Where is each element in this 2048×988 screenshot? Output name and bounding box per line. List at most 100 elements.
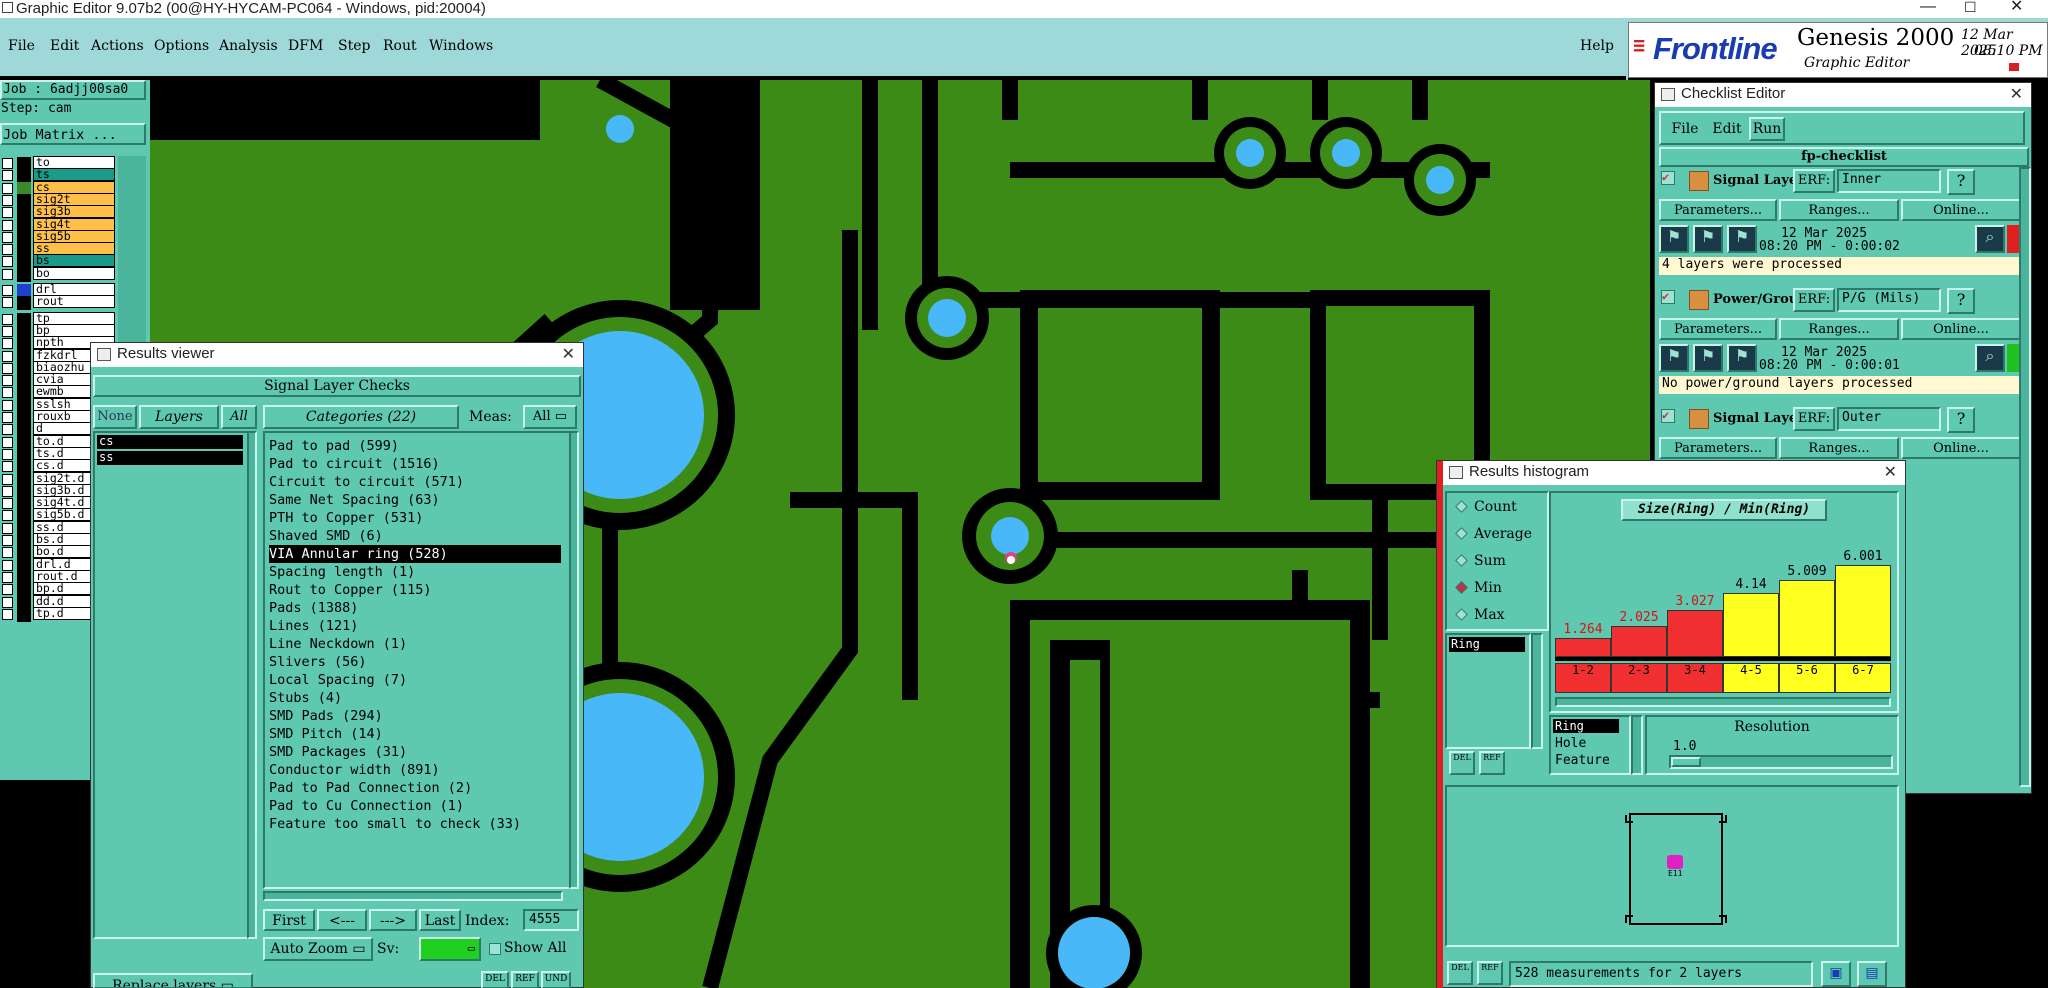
bin-label[interactable]: 4-5 <box>1723 663 1779 693</box>
histogram-bar[interactable] <box>1835 565 1891 657</box>
attr-item[interactable]: Ring <box>1553 719 1619 733</box>
category-item[interactable]: SMD Packages (31) <box>269 743 407 761</box>
category-item[interactable]: Feature too small to check (33) <box>269 815 521 833</box>
histogram-bar[interactable] <box>1611 626 1667 657</box>
run-icon-button[interactable]: ⚑ <box>1659 225 1689 253</box>
check-enable-checkbox[interactable]: ✔ <box>1661 171 1675 185</box>
chart-hscrollbar[interactable] <box>1555 697 1891 707</box>
replace-layers-dropdown[interactable]: Replace layers ▭ <box>93 973 253 988</box>
menu-actions[interactable]: Actions <box>91 38 144 54</box>
menu-step[interactable]: Step <box>338 38 370 54</box>
menu-windows[interactable]: Windows <box>429 38 493 54</box>
category-item[interactable]: Line Neckdown (1) <box>269 635 407 653</box>
view-results-icon-button[interactable]: ⌕ <box>1975 344 2005 372</box>
categories-button[interactable]: Categories (22) <box>263 405 459 429</box>
close-icon[interactable]: ✕ <box>2010 84 2023 106</box>
parameters-button[interactable]: Parameters... <box>1659 318 1777 340</box>
attr-item[interactable]: Hole <box>1553 736 1586 751</box>
category-item[interactable]: Spacing length (1) <box>269 563 415 581</box>
minimize-icon[interactable]: — <box>1920 0 1936 15</box>
result-layer-item[interactable]: cs <box>97 435 243 449</box>
run-step-icon-button[interactable]: ⚑ <box>1693 344 1723 372</box>
layer-checkbox[interactable] <box>2 297 13 309</box>
check-enable-checkbox[interactable]: ✔ <box>1661 290 1675 304</box>
hist-del-button-top[interactable]: DEL <box>1449 751 1475 775</box>
category-item[interactable]: Lines (121) <box>269 617 358 635</box>
category-item[interactable]: Pads (1388) <box>269 599 358 617</box>
menu-analysis[interactable]: Analysis <box>219 38 278 54</box>
erf-label-button[interactable]: ERF: <box>1793 407 1835 431</box>
category-item[interactable]: Pad to pad (599) <box>269 437 399 455</box>
menu-edit[interactable]: Edit <box>50 38 79 54</box>
erf-value[interactable]: Outer <box>1837 407 1941 431</box>
category-list-scrollbar[interactable] <box>569 431 579 889</box>
category-item[interactable]: Conductor width (891) <box>269 761 440 779</box>
show-all-checkbox[interactable] <box>489 943 501 955</box>
maximize-icon[interactable]: ☐ <box>1964 0 1977 16</box>
layer-name[interactable]: rout <box>33 295 115 309</box>
category-item[interactable]: Rout to Copper (115) <box>269 581 432 599</box>
histogram-chart[interactable]: Size(Ring) / Min(Ring) 1.264 2.025 3.027 4.… <box>1549 491 1899 713</box>
online-button[interactable]: Online... <box>1901 437 2021 459</box>
layer-color-swatch[interactable] <box>17 267 31 282</box>
menu-options[interactable]: Options <box>154 38 209 54</box>
menu-help[interactable]: Help <box>1580 38 1614 54</box>
parameters-button[interactable]: Parameters... <box>1659 199 1777 221</box>
attr-item[interactable]: Feature <box>1553 753 1610 768</box>
erf-value[interactable]: Inner <box>1837 169 1941 193</box>
category-item[interactable]: VIA Annular ring (528) <box>269 545 561 563</box>
category-item[interactable]: SMD Pads (294) <box>269 707 383 725</box>
index-input[interactable]: 4555 <box>523 909 579 931</box>
category-item[interactable]: Local Spacing (7) <box>269 671 407 689</box>
type-list-scrollbar[interactable] <box>1531 633 1543 749</box>
meas-dropdown[interactable]: All ▭ <box>523 405 577 429</box>
del-button[interactable]: DEL <box>481 971 509 988</box>
category-list[interactable]: Pad to pad (599) Pad to circuit (1516) Cir… <box>263 431 573 889</box>
category-item[interactable]: Stubs (4) <box>269 689 342 707</box>
checklist-editor-titlebar[interactable]: Checklist Editor ✕ <box>1655 83 2031 107</box>
board-thumbnail[interactable]: E11 <box>1445 785 1899 947</box>
histogram-bar[interactable] <box>1723 593 1779 657</box>
category-item[interactable]: Pad to Cu Connection (1) <box>269 797 464 815</box>
histogram-bar[interactable] <box>1779 580 1835 657</box>
prev-button[interactable]: <--- <box>317 909 367 931</box>
ranges-button[interactable]: Ranges... <box>1779 318 1899 340</box>
help-icon-button[interactable]: ? <box>1947 407 1975 433</box>
ranges-button[interactable]: Ranges... <box>1779 199 1899 221</box>
layer-row[interactable]: bo <box>0 266 116 283</box>
layers-all-button[interactable]: All <box>221 405 257 429</box>
menu-rout[interactable]: Rout <box>383 38 417 54</box>
ranges-button[interactable]: Ranges... <box>1779 437 1899 459</box>
checklist-menu-file[interactable]: File <box>1665 117 1705 141</box>
bin-label[interactable]: 5-6 <box>1779 663 1835 693</box>
check-enable-checkbox[interactable]: ✔ <box>1661 409 1675 423</box>
help-icon-button[interactable]: ? <box>1947 169 1975 195</box>
checklist-scrollbar[interactable] <box>2019 167 2031 787</box>
report-icon-button[interactable]: ▤ <box>1857 961 1887 987</box>
first-button[interactable]: First <box>263 909 315 931</box>
close-icon[interactable]: ✕ <box>2010 0 2023 15</box>
category-item[interactable]: Same Net Spacing (63) <box>269 491 440 509</box>
checklist-menu-edit[interactable]: Edit <box>1709 117 1745 141</box>
layer-color-swatch[interactable] <box>17 296 31 311</box>
bin-label[interactable]: 6-7 <box>1835 663 1891 693</box>
checklist-menu-run[interactable]: Run <box>1749 117 1785 141</box>
last-button[interactable]: Last <box>419 909 461 931</box>
layers-none-button[interactable]: None <box>93 405 137 429</box>
layers-button[interactable]: Layers <box>139 405 219 429</box>
close-icon[interactable]: ✕ <box>562 344 575 366</box>
histogram-bar[interactable] <box>1667 610 1723 657</box>
category-item[interactable]: Slivers (56) <box>269 653 367 671</box>
category-item[interactable]: PTH to Copper (531) <box>269 509 423 527</box>
mode-count-radio[interactable]: Count <box>1455 499 1517 515</box>
mode-max-radio[interactable]: Max <box>1455 607 1505 623</box>
hist-del-button[interactable]: DEL <box>1447 961 1473 985</box>
menu-file[interactable]: File <box>8 38 35 54</box>
layer-color-swatch[interactable] <box>17 607 31 622</box>
layer-checkbox[interactable] <box>2 608 13 620</box>
online-button[interactable]: Online... <box>1901 318 2021 340</box>
type-item[interactable]: Ring <box>1449 637 1525 652</box>
bin-label[interactable]: 1-2 <box>1555 663 1611 693</box>
result-layer-item[interactable]: ss <box>97 451 243 465</box>
view-results-icon-button[interactable]: ⌕ <box>1975 225 2005 253</box>
